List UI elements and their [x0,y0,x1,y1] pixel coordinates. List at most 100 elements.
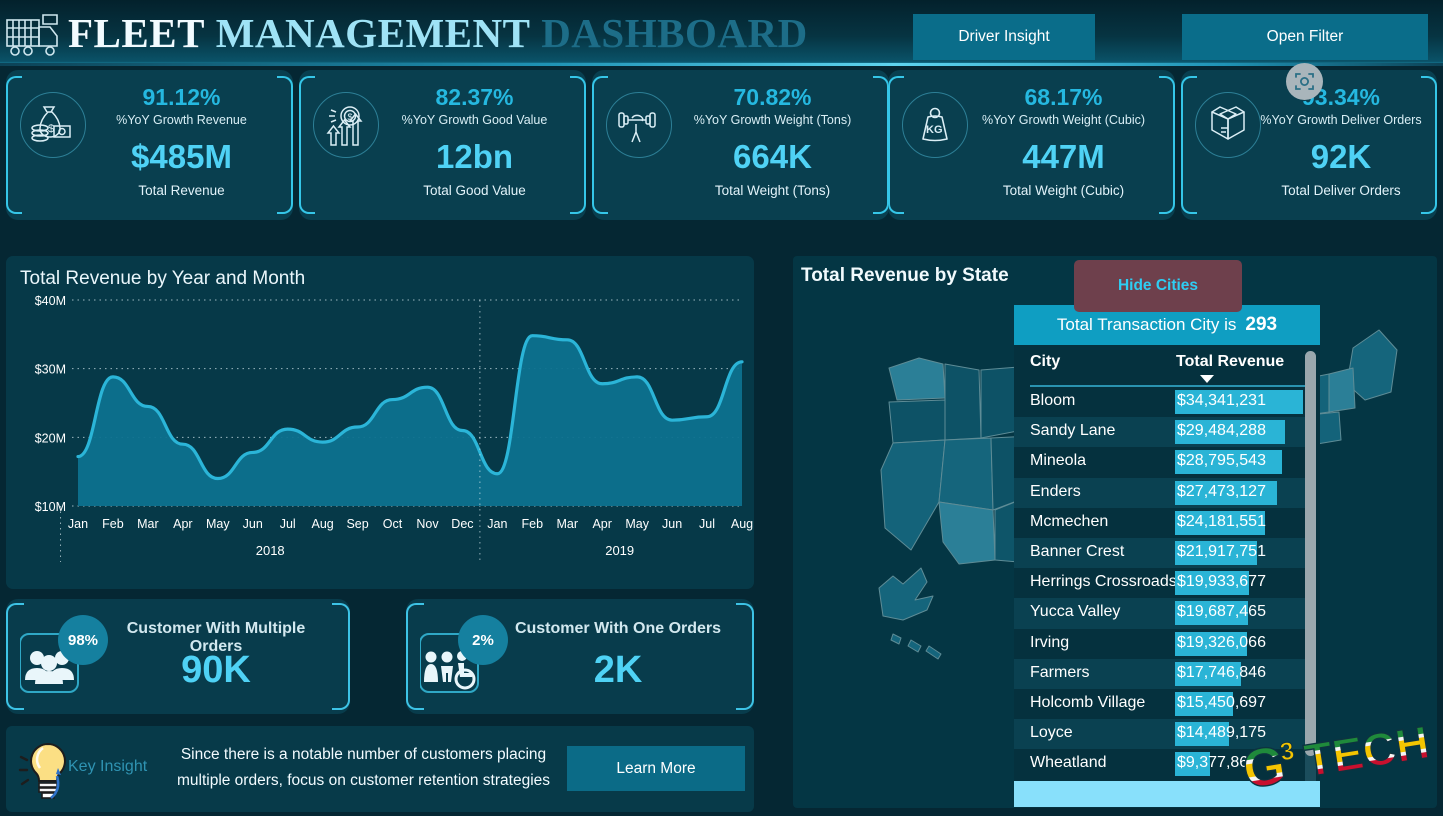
table-row[interactable]: Mcmechen $24,181,551 [1014,508,1306,538]
revenue-value: $24,181,551 [1177,512,1266,530]
cell-city: Mineola [1030,452,1087,470]
key-insight-text: Since there is a notable number of custo… [176,746,551,789]
table-row[interactable]: Bloom $34,341,231 [1014,387,1306,417]
coin-growth-icon: $ [313,92,379,158]
x-axis-tick-label: May [206,517,230,531]
x-axis-tick-label: Jan [68,517,88,531]
one-order-percent-badge: 2% [458,615,508,665]
column-header-city[interactable]: City [1030,353,1060,371]
x-axis-tick-label: Sep [346,517,368,531]
x-axis-tick-label: Feb [102,517,124,531]
kpi-card-total-weight-cubic[interactable]: KG 68.17% %YoY Growth Weight (Cubic) 447… [888,70,1175,220]
learn-more-button[interactable]: Learn More [567,746,745,791]
table-row[interactable]: Mineola $28,795,543 [1014,447,1306,477]
table-row[interactable]: Farmers $17,746,846 [1014,658,1306,689]
column-header-total-revenue[interactable]: Total Revenue [1176,353,1284,371]
cell-revenue: $9,377,86 [1175,749,1306,779]
driver-insight-button[interactable]: Driver Insight [913,14,1095,60]
table-row[interactable]: Yucca Valley $19,687,465 [1014,598,1306,629]
cell-revenue: $27,473,127 [1175,478,1306,508]
kpi-percent: 68.17% [1024,84,1103,110]
svg-text:$: $ [48,123,54,135]
kpi-percent: 70.82% [733,84,812,110]
cell-city: Mcmechen [1030,512,1109,530]
cell-city: Herrings Crossroads [1030,573,1177,591]
kpi-card-total-weight-tons[interactable]: 70.82% %YoY Growth Weight (Tons) 664K To… [592,70,889,220]
revenue-value: $19,933,677 [1177,573,1266,591]
table-row[interactable]: Enders $27,473,127 [1014,477,1306,508]
truck-icon [6,14,58,56]
one-order-title: Customer With One Orders [514,620,722,637]
kpi-text-block: 82.37% %YoY Growth Good Value 12bn Total… [373,82,576,201]
kpi-value: 447M [1022,138,1105,175]
one-order-value: 2K [593,649,643,691]
table-horizontal-scrollbar[interactable] [1014,781,1320,807]
cell-revenue: $15,450,697 [1175,689,1306,719]
x-axis-year-label: 2018 [256,543,285,558]
cell-city: Holcomb Village [1030,693,1146,711]
cell-city: Farmers [1030,663,1090,681]
page-title: FLEET MANAGEMENT DASHBOARD [68,8,808,58]
revenue-value: $34,341,231 [1177,392,1266,409]
cell-city: Banner Crest [1030,542,1125,560]
open-filter-button[interactable]: Open Filter [1182,14,1428,60]
x-axis-tick-label: Jul [699,517,715,531]
kpi-text-block: 91.12% %YoY Growth Revenue $485M Total R… [80,82,283,201]
table-row[interactable]: Wheatland $9,377,86 [1014,749,1306,779]
cell-city: Loyce [1030,724,1073,742]
cell-revenue: $17,746,846 [1175,659,1306,689]
kpi-card-total-revenue[interactable]: $ 91.12% %YoY Growth Revenue $485M Total… [6,70,293,220]
map-title: Total Revenue by State [801,265,1009,286]
dashboard-root: FLEET MANAGEMENT DASHBOARD Driver Insigh… [0,0,1443,816]
kpi-caption: Total Deliver Orders [1281,183,1401,198]
kpi-card-total-good-value[interactable]: $ 82.37% %YoY Growth Good Value 12bn Tot… [299,70,586,220]
table-row[interactable]: Sandy Lane $29,484,288 [1014,417,1306,448]
hide-cities-button[interactable]: Hide Cities [1074,260,1242,312]
x-axis-tick-label: Jun [662,517,682,531]
cell-revenue: $19,326,066 [1175,629,1306,659]
kpi-percent: 91.12% [142,84,221,110]
kpi-caption: Total Revenue [138,183,225,198]
revenue-value: $15,450,697 [1177,693,1266,711]
y-axis-tick-label: $20M [35,431,66,445]
x-axis-tick-label: Oct [383,517,403,531]
table-row[interactable]: Herrings Crossroads $19,933,677 [1014,568,1306,598]
x-axis-tick-label: Jan [487,517,507,531]
title-word-dashboard: DASHBOARD [541,10,808,56]
customer-one-order-card[interactable]: 2% Customer With One Orders 2K [406,599,754,714]
kpi-percent: 82.37% [435,84,514,110]
header-underline [0,63,1443,66]
chart-title: Total Revenue by Year and Month [20,268,306,289]
revenue-value: $21,917,751 [1177,542,1266,560]
x-axis-tick-label: Jul [280,517,296,531]
revenue-value: $17,746,846 [1177,663,1266,681]
title-word-fleet: FLEET [68,10,205,56]
kpi-value: 664K [733,138,812,175]
revenue-value: $28,795,543 [1177,452,1266,470]
area-chart[interactable]: $10M $20M $30M $40M Jan Feb Mar Apr May Jun Jul Aug… [6,292,754,589]
table-vertical-scroll-thumb[interactable] [1305,351,1316,756]
y-axis-tick-label: $30M [35,363,66,377]
revenue-value: $19,326,066 [1177,633,1266,651]
cell-revenue: $29,484,288 [1175,417,1306,447]
cell-revenue: $24,181,551 [1175,508,1306,538]
kpi-caption: Total Weight (Cubic) [1002,183,1125,198]
x-axis-tick-label: Feb [522,517,544,531]
customer-multiple-orders-card[interactable]: 98% Customer With Multiple Orders 90K [6,599,350,714]
kg-weight-icon: KG [902,92,968,158]
kpi-value: $485M [131,138,232,175]
table-row[interactable]: Loyce $14,489,175 [1014,719,1306,750]
focus-scan-icon[interactable] [1286,63,1323,100]
cell-revenue: $14,489,175 [1175,719,1306,749]
cell-city: Enders [1030,482,1081,500]
table-row[interactable]: Banner Crest $21,917,751 [1014,537,1306,569]
kpi-percent-label: %YoY Growth Good Value [401,113,548,127]
cell-revenue: $19,687,465 [1175,598,1306,628]
cell-city: Irving [1030,633,1070,651]
cell-revenue: $28,795,543 [1175,447,1306,477]
table-row[interactable]: Holcomb Village $15,450,697 [1014,689,1306,719]
kpi-percent-label: %YoY Growth Deliver Orders [1260,113,1422,127]
table-row[interactable]: Irving $19,326,066 [1014,629,1306,659]
city-revenue-table-card: Total Transaction City is 293 City Total… [1014,305,1320,808]
sort-descending-caret-icon[interactable] [1200,375,1214,383]
